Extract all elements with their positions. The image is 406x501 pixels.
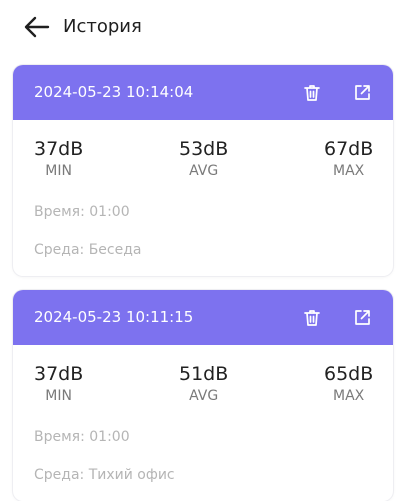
history-card[interactable]: 2024-05-23 10:11:15 37dB MIN 51dB AVG 65… [13,290,393,501]
max-value: 67dB [324,138,374,160]
stat-min: 37dB MIN [34,137,83,180]
delete-button[interactable] [299,305,325,331]
stat-max: 67dB MAX [324,137,373,180]
record-datetime: 2024-05-23 10:14:04 [34,83,194,101]
avg-value: 53dB [179,138,229,160]
record-datetime: 2024-05-23 10:11:15 [34,308,194,326]
avg-value: 51dB [179,363,229,385]
min-label: MIN [45,163,72,179]
max-value: 65dB [324,363,374,385]
stat-min: 37dB MIN [34,362,83,405]
page-title: История [63,16,142,37]
stats-row: 37dB MIN 51dB AVG 65dB MAX [13,345,393,413]
share-icon [355,85,370,100]
record-duration: Время: 01:00 [34,429,130,445]
stats-row: 37dB MIN 53dB AVG 67dB MAX [13,120,393,188]
card-header: 2024-05-23 10:14:04 [13,65,393,120]
min-value: 37dB [34,138,84,160]
avg-label: AVG [189,163,219,179]
min-value: 37dB [34,363,84,385]
share-icon [355,310,370,325]
share-button[interactable] [349,80,375,106]
stat-max: 65dB MAX [324,362,373,405]
avg-label: AVG [189,388,219,404]
max-label: MAX [333,388,365,404]
stat-avg: 51dB AVG [179,362,228,405]
app-header: История [0,0,406,54]
record-duration: Время: 01:00 [34,204,130,220]
min-label: MIN [45,388,72,404]
card-header: 2024-05-23 10:11:15 [13,290,393,345]
arrow-left-icon [24,16,50,38]
back-button[interactable] [22,14,52,40]
trash-icon [304,85,320,101]
history-card[interactable]: 2024-05-23 10:14:04 37dB MIN 53dB AVG 67… [13,65,393,276]
record-environment: Среда: Беседа [34,242,142,258]
trash-icon [304,310,320,326]
share-button[interactable] [349,305,375,331]
max-label: MAX [333,163,365,179]
stat-avg: 53dB AVG [179,137,228,180]
delete-button[interactable] [299,80,325,106]
record-environment: Среда: Тихий офис [34,467,175,483]
